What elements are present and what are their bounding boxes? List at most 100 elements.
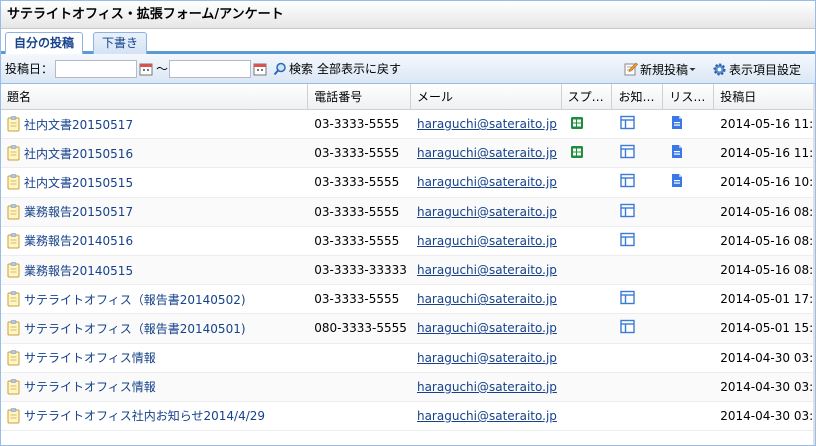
scrollbar-edge[interactable] <box>813 85 815 445</box>
cell-spreadsheet <box>562 314 613 342</box>
table-row[interactable]: 社内文書20150516 03-3333-5555 haraguchi@satera… <box>1 139 815 169</box>
cell-phone <box>308 344 411 372</box>
post-title-link[interactable]: 社内文書20150516 <box>24 145 133 162</box>
spreadsheet-icon[interactable] <box>570 145 584 162</box>
email-link[interactable]: haraguchi@sateraito.jp <box>417 292 557 306</box>
column-header-date[interactable]: 投稿日 <box>714 84 815 109</box>
cell-list <box>663 373 714 401</box>
cell-email: haraguchi@sateraito.jp <box>411 256 562 284</box>
table-row[interactable]: サテライトオフィス社内お知らせ2014/4/29 haraguchi@satera… <box>1 402 815 432</box>
cell-notice <box>612 344 663 372</box>
email-link[interactable]: haraguchi@sateraito.jp <box>417 234 557 248</box>
email-link[interactable]: haraguchi@sateraito.jp <box>417 351 557 365</box>
column-header-phone[interactable]: 電話番号 <box>308 84 411 109</box>
cell-title: 業務報告20140516 <box>1 227 308 255</box>
email-link[interactable]: haraguchi@sateraito.jp <box>417 146 557 160</box>
site-page-icon[interactable] <box>620 144 636 162</box>
post-title-link[interactable]: 業務報告20150517 <box>24 203 133 220</box>
cell-spreadsheet <box>562 168 613 196</box>
cell-title: サテライトオフィス情報 <box>1 344 308 372</box>
email-link[interactable]: haraguchi@sateraito.jp <box>417 263 557 277</box>
site-page-icon[interactable] <box>620 319 636 337</box>
cell-list <box>663 344 714 372</box>
table-row[interactable]: 業務報告20140516 03-3333-5555 haraguchi@satera… <box>1 227 815 256</box>
date-to-input[interactable] <box>169 59 252 78</box>
table-row[interactable]: 業務報告20150517 03-3333-5555 haraguchi@satera… <box>1 197 815 227</box>
column-header-email[interactable]: メール <box>411 84 562 109</box>
column-header-list[interactable]: リス… <box>663 84 715 109</box>
cell-phone: 03-3333-33333 <box>314 263 407 278</box>
post-title-link[interactable]: サテライトオフィス（報告書20140501) <box>24 320 246 337</box>
cell-date: 2014-04-30 03: <box>720 379 814 394</box>
table-row[interactable]: 社内文書20150515 03-3333-5555 haraguchi@satera… <box>1 168 815 198</box>
document-icon <box>7 349 20 366</box>
table-row[interactable]: 業務報告20140515 03-3333-33333 haraguchi@sater… <box>1 255 815 286</box>
cell-spreadsheet <box>562 344 613 372</box>
column-header-notice[interactable]: お知… <box>612 84 664 109</box>
table-row[interactable]: サテライトオフィス（報告書20140501) 080-3333-5555 harag… <box>1 314 815 344</box>
document-icon <box>7 291 20 307</box>
post-title-link[interactable]: 業務報告20140515 <box>24 262 133 279</box>
table-row[interactable]: サテライトオフィス（報告書20140502) 03-3333-5555 haragu… <box>1 285 815 315</box>
new-post-button[interactable]: 新規投稿 <box>624 61 698 78</box>
cell-phone: 03-3333-5555 <box>314 175 400 190</box>
list-doc-icon[interactable] <box>671 144 683 162</box>
cell-email: haraguchi@sateraito.jp <box>411 198 562 226</box>
show-all-label: 全部表示に戻す <box>317 62 402 76</box>
cell-email: haraguchi@sateraito.jp <box>411 139 562 167</box>
list-doc-icon[interactable] <box>671 173 683 191</box>
post-title-link[interactable]: 業務報告20140516 <box>24 232 133 249</box>
site-page-icon[interactable] <box>620 203 636 221</box>
cell-list <box>663 227 714 255</box>
document-icon <box>7 408 20 424</box>
search-icon <box>273 62 286 75</box>
table-row[interactable]: サテライトオフィス情報 haraguchi@sateraito.jp 2014-04… <box>1 344 815 373</box>
tab-my-posts[interactable]: 自分の投稿 <box>5 32 84 56</box>
cell-spreadsheet <box>562 227 613 255</box>
email-link[interactable]: haraguchi@sateraito.jp <box>417 409 557 423</box>
post-title-link[interactable]: 社内文書20150515 <box>24 174 133 191</box>
site-page-icon[interactable] <box>620 115 636 133</box>
table-row[interactable]: 社内文書20150517 03-3333-5555 haraguchi@satera… <box>1 110 815 140</box>
calendar-icon[interactable] <box>139 62 153 76</box>
calendar-icon[interactable] <box>253 62 267 76</box>
cell-list <box>663 285 714 313</box>
column-settings-button[interactable]: 表示項目設定 <box>712 61 801 78</box>
cell-date: 2014-05-16 08: <box>720 204 814 219</box>
list-doc-icon[interactable] <box>671 115 683 133</box>
site-page-icon[interactable] <box>620 173 636 191</box>
cell-spreadsheet <box>562 402 613 430</box>
cell-phone: 03-3333-5555 <box>314 292 400 307</box>
email-link[interactable]: haraguchi@sateraito.jp <box>417 117 557 131</box>
email-link[interactable]: haraguchi@sateraito.jp <box>417 380 557 394</box>
email-link[interactable]: haraguchi@sateraito.jp <box>417 321 557 335</box>
cell-spreadsheet <box>562 373 613 401</box>
tab-drafts[interactable]: 下書き <box>93 32 148 55</box>
column-header-spreadsheet[interactable]: スプ… <box>562 84 613 109</box>
site-page-icon[interactable] <box>620 232 636 250</box>
cell-list <box>663 110 714 138</box>
show-all-button[interactable]: 全部表示に戻す <box>317 60 401 77</box>
cell-email: haraguchi@sateraito.jp <box>411 402 562 430</box>
post-title-link[interactable]: 社内文書20150517 <box>24 116 133 133</box>
cell-email: haraguchi@sateraito.jp <box>411 314 562 342</box>
cell-phone: 03-3333-5555 <box>314 204 400 219</box>
post-title-link[interactable]: サテライトオフィス情報 <box>24 378 156 395</box>
table-row[interactable]: サテライトオフィス情報 haraguchi@sateraito.jp 2014-04… <box>1 372 815 402</box>
email-link[interactable]: haraguchi@sateraito.jp <box>417 205 557 219</box>
cell-spreadsheet <box>562 198 613 226</box>
cell-title: 業務報告20140515 <box>1 256 308 284</box>
search-button[interactable]: 検索 <box>273 60 313 77</box>
date-from-input[interactable] <box>55 59 138 78</box>
cell-date: 2014-05-16 08: <box>720 233 814 248</box>
cell-email: haraguchi@sateraito.jp <box>411 227 562 255</box>
cell-date: 2014-05-16 08: <box>720 263 814 278</box>
column-header-title[interactable]: 題名 <box>1 84 309 109</box>
email-link[interactable]: haraguchi@sateraito.jp <box>417 175 557 189</box>
document-icon <box>7 116 20 132</box>
site-page-icon[interactable] <box>620 290 636 308</box>
post-title-link[interactable]: サテライトオフィス（報告書20140502) <box>24 291 246 308</box>
post-title-link[interactable]: サテライトオフィス情報 <box>24 349 156 366</box>
spreadsheet-icon[interactable] <box>570 116 584 133</box>
post-title-link[interactable]: サテライトオフィス社内お知らせ2014/4/29 <box>24 407 265 424</box>
